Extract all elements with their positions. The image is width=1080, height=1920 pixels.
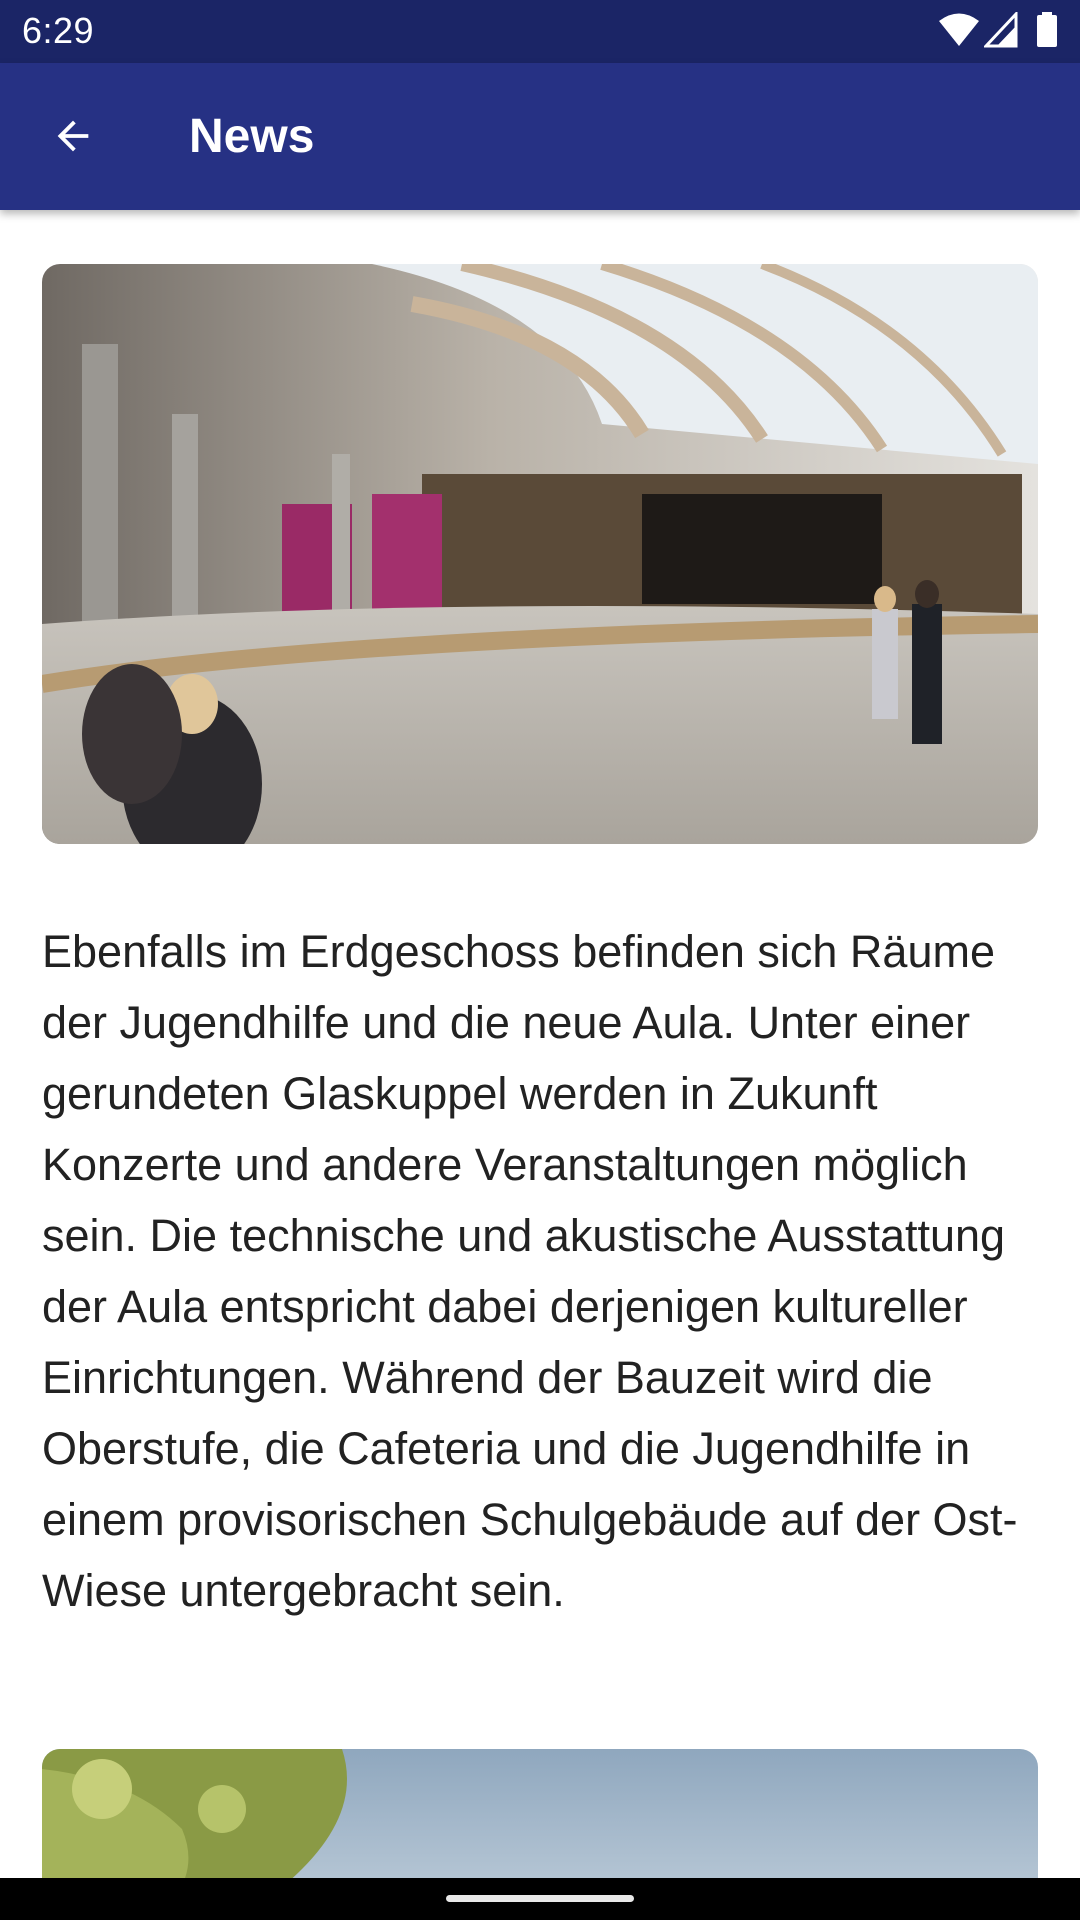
page-title: News <box>189 110 315 163</box>
status-time: 6:29 <box>22 10 95 51</box>
cell-signal-icon <box>984 12 1018 48</box>
hero-image <box>42 264 1038 844</box>
second-image <box>42 1749 1038 1878</box>
navigation-bar <box>0 1878 1080 1920</box>
battery-icon <box>1037 12 1057 47</box>
back-button[interactable] <box>28 101 118 171</box>
wifi-icon <box>939 13 979 46</box>
arrow-back-icon <box>57 120 89 152</box>
article-body-text: Ebenfalls im Erdgeschoss befinden sich R… <box>42 926 1018 1616</box>
status-bar: 6:29 <box>0 0 1080 63</box>
app-bar: News <box>0 63 1080 210</box>
home-indicator[interactable] <box>446 1895 634 1902</box>
article-content[interactable]: Ebenfalls im Erdgeschoss befinden sich R… <box>0 210 1080 1878</box>
